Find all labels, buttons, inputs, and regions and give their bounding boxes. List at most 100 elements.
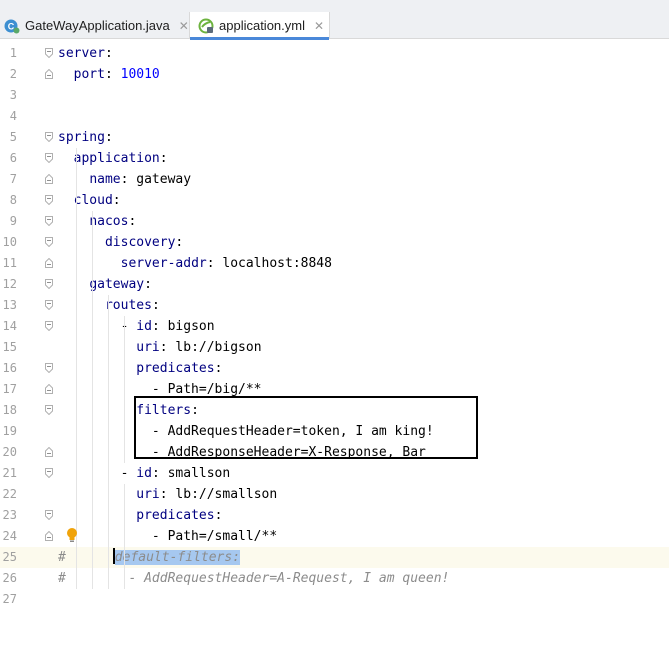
- code-line[interactable]: 15 uri: lb://bigson: [0, 337, 669, 358]
- fold-close-icon[interactable]: [45, 69, 53, 79]
- spring-yml-icon: [198, 18, 214, 33]
- yaml-value: bigson: [167, 319, 215, 334]
- code-line[interactable]: 9 nacos:: [0, 211, 669, 232]
- fold-close-icon[interactable]: [45, 384, 53, 394]
- code-line[interactable]: 23 predicates:: [0, 505, 669, 526]
- code-line[interactable]: 2 port: 10010: [0, 64, 669, 85]
- line-number: 7: [9, 172, 17, 186]
- code-text: port: 10010: [58, 64, 160, 85]
- yaml-key: nacos: [89, 214, 129, 229]
- fold-open-icon[interactable]: [45, 48, 53, 58]
- code-line[interactable]: 24 - Path=/small/**: [0, 526, 669, 547]
- yaml-separator: :: [175, 235, 184, 250]
- yaml-value: localhost:8848: [222, 256, 332, 271]
- close-icon[interactable]: ✕: [179, 19, 189, 33]
- line-number: 26: [2, 571, 17, 585]
- code-line[interactable]: 27: [0, 589, 669, 610]
- fold-close-icon[interactable]: [45, 174, 53, 184]
- code-line[interactable]: 5 spring:: [0, 127, 669, 148]
- fold-open-icon[interactable]: [45, 468, 53, 478]
- code-line[interactable]: 10 discovery:: [0, 232, 669, 253]
- fold-open-icon[interactable]: [45, 321, 53, 331]
- fold-open-icon[interactable]: [45, 279, 53, 289]
- code-text: predicates:: [58, 358, 222, 379]
- code-line[interactable]: 16 predicates:: [0, 358, 669, 379]
- fold-open-icon[interactable]: [45, 237, 53, 247]
- yaml-key: predicates: [136, 361, 215, 376]
- code-text: gateway:: [58, 274, 152, 295]
- code-text: uri: lb://smallson: [58, 484, 277, 505]
- indent-guide: [108, 295, 109, 589]
- yaml-key: uri: [136, 487, 160, 502]
- fold-open-icon[interactable]: [45, 300, 53, 310]
- code-line[interactable]: 26 # - AddRequestHeader=A-Request, I am q…: [0, 568, 669, 589]
- yaml-key: predicates: [136, 508, 215, 523]
- yaml-separator: :: [159, 151, 168, 166]
- code-line[interactable]: 22 uri: lb://smallson: [0, 484, 669, 505]
- code-line[interactable]: 11 server-addr: localhost:8848: [0, 253, 669, 274]
- code-line[interactable]: 1 server:: [0, 43, 669, 64]
- fold-open-icon[interactable]: [45, 405, 53, 415]
- yaml-key: discovery: [104, 235, 176, 250]
- code-text: # - AddRequestHeader=A-Request, I am que…: [58, 568, 449, 589]
- code-line[interactable]: 21 - id: smallson: [0, 463, 669, 484]
- yaml-value: lb://bigson: [175, 340, 262, 355]
- code-line[interactable]: 6 application:: [0, 148, 669, 169]
- yaml-key: id: [136, 466, 152, 481]
- line-number: 24: [2, 529, 17, 543]
- code-text: - id: bigson: [58, 316, 215, 337]
- fold-open-icon[interactable]: [45, 132, 53, 142]
- line-number: 13: [2, 298, 17, 312]
- yaml-key: cloud: [73, 193, 113, 208]
- yaml-key: port: [73, 67, 105, 82]
- code-text: uri: lb://bigson: [58, 337, 262, 358]
- line-number: 4: [9, 109, 17, 123]
- fold-open-icon[interactable]: [45, 195, 53, 205]
- tab-label: GateWayApplication.java: [25, 18, 170, 33]
- yaml-separator: :: [206, 256, 223, 271]
- yaml-separator: :: [151, 298, 160, 313]
- line-number: 27: [2, 592, 17, 606]
- yaml-key: uri: [136, 340, 160, 355]
- yaml-key: server-addr: [120, 256, 207, 271]
- code-line[interactable]: 25 # default-filters:: [0, 547, 669, 568]
- java-class-icon: C: [4, 19, 20, 33]
- selected-comment-text: default-filters:: [114, 550, 241, 565]
- yaml-separator: :: [104, 130, 113, 145]
- fold-open-icon[interactable]: [45, 510, 53, 520]
- fold-open-icon[interactable]: [45, 363, 53, 373]
- code-line[interactable]: 8 cloud:: [0, 190, 669, 211]
- line-number: 19: [2, 424, 17, 438]
- close-icon[interactable]: ✕: [314, 19, 324, 33]
- yaml-key: server: [58, 46, 105, 61]
- code-text: nacos:: [58, 211, 136, 232]
- code-line[interactable]: 14 - id: bigson: [0, 316, 669, 337]
- fold-open-icon[interactable]: [45, 216, 53, 226]
- code-line[interactable]: 3: [0, 85, 669, 106]
- line-number: 21: [2, 466, 17, 480]
- code-line[interactable]: 4: [0, 106, 669, 127]
- code-editor[interactable]: 1 server: 2 port: 10010 3 4 5 spring: 6 applica…: [0, 39, 669, 651]
- code-line[interactable]: 7 name: gateway: [0, 169, 669, 190]
- code-line[interactable]: 12 gateway:: [0, 274, 669, 295]
- tab-gateway-application-java[interactable]: C GateWayApplication.java ✕: [0, 12, 189, 39]
- line-number: 11: [2, 256, 17, 270]
- fold-close-icon[interactable]: [45, 447, 53, 457]
- yaml-separator: :: [112, 193, 121, 208]
- tab-application-yml[interactable]: application.yml ✕: [189, 12, 330, 40]
- lightbulb-icon[interactable]: [66, 527, 78, 543]
- indent-guide: [124, 484, 125, 589]
- fold-open-icon[interactable]: [45, 153, 53, 163]
- line-number: 20: [2, 445, 17, 459]
- fold-close-icon[interactable]: [45, 531, 53, 541]
- code-line[interactable]: 13 routes:: [0, 295, 669, 316]
- line-number: 1: [9, 46, 17, 60]
- yaml-key: spring: [58, 130, 105, 145]
- fold-close-icon[interactable]: [45, 258, 53, 268]
- code-text: - id: smallson: [58, 463, 231, 484]
